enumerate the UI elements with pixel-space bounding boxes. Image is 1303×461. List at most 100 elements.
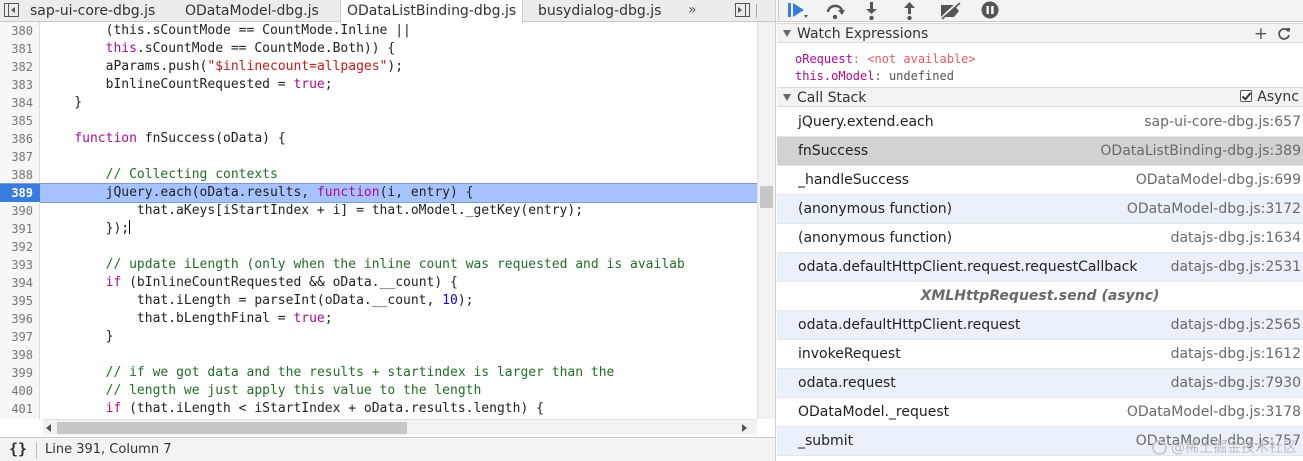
- call-frame[interactable]: odata.defaultHttpClient.request datajs-db…: [777, 311, 1303, 340]
- line-number[interactable]: 384: [0, 94, 40, 112]
- watch-expressions-header[interactable]: Watch Expressions +: [777, 23, 1303, 43]
- call-frame[interactable]: fnSuccess ODataListBinding-dbg.js:389: [777, 137, 1303, 166]
- line-number[interactable]: 392: [0, 238, 40, 256]
- step-out-icon[interactable]: [895, 0, 927, 21]
- more-tabs-icon[interactable]: »: [688, 0, 697, 20]
- code-text: // Collecting contexts: [43, 166, 278, 184]
- pause-on-exceptions-icon[interactable]: [973, 0, 1005, 20]
- watch-item[interactable]: this.oModel: undefined: [795, 68, 1303, 85]
- line-number[interactable]: 389: [0, 184, 40, 202]
- toggle-debugger-sidebar-icon[interactable]: [735, 3, 750, 17]
- line-number[interactable]: 400: [0, 382, 40, 400]
- line-number[interactable]: 394: [0, 274, 40, 292]
- watch-value: undefined: [888, 69, 954, 83]
- frame-location[interactable]: ODataModel-dbg.js:699: [1136, 172, 1301, 188]
- line-number[interactable]: 396: [0, 310, 40, 328]
- line-number[interactable]: 390: [0, 202, 40, 220]
- frame-location[interactable]: datajs-dbg.js:1612: [1171, 346, 1301, 362]
- call-frame[interactable]: _handleSuccess ODataModel-dbg.js:699: [777, 166, 1303, 195]
- call-stack-header[interactable]: Call Stack Async: [777, 87, 1303, 107]
- frame-location[interactable]: sap-ui-core-dbg.js:657: [1144, 114, 1301, 130]
- code-area[interactable]: 380 (this.sCountMode == CountMode.Inline…: [0, 22, 757, 419]
- resume-icon[interactable]: [779, 0, 811, 20]
- code-line[interactable]: 401 if (that.iLength < iStartIndex + oDa…: [0, 400, 757, 418]
- code-line[interactable]: 392: [0, 238, 757, 256]
- line-number[interactable]: 401: [0, 400, 40, 418]
- code-line[interactable]: 382 aParams.push("$inlinecount=allpages"…: [0, 58, 757, 76]
- deactivate-breakpoints-icon[interactable]: [931, 0, 963, 21]
- line-number[interactable]: 397: [0, 328, 40, 346]
- line-number[interactable]: 402: [0, 418, 40, 419]
- refresh-icon[interactable]: [1277, 25, 1291, 43]
- vertical-scrollbar[interactable]: [757, 22, 775, 419]
- step-over-icon[interactable]: [817, 0, 849, 20]
- frame-location[interactable]: datajs-dbg.js:1634: [1171, 230, 1301, 246]
- code-line[interactable]: 395 that.iLength = parseInt(oData.__coun…: [0, 292, 757, 310]
- frame-location[interactable]: datajs-dbg.js:2531: [1171, 259, 1301, 275]
- call-frame[interactable]: (anonymous function) datajs-dbg.js:1634: [777, 224, 1303, 253]
- line-number[interactable]: 388: [0, 166, 40, 184]
- line-number[interactable]: 381: [0, 40, 40, 58]
- line-number[interactable]: 386: [0, 130, 40, 148]
- code-line[interactable]: 387: [0, 148, 757, 166]
- code-line[interactable]: 384 }: [0, 94, 757, 112]
- tab-busydialog[interactable]: busydialog-dbg.js: [538, 0, 661, 22]
- line-number[interactable]: 387: [0, 148, 40, 166]
- code-line[interactable]: 397 }: [0, 328, 757, 346]
- code-line[interactable]: 390 that.aKeys[iStartIndex + i] = that.o…: [0, 202, 757, 220]
- call-frame[interactable]: (anonymous function) ODataModel-dbg.js:31…: [777, 195, 1303, 224]
- status-divider: [36, 442, 37, 458]
- code-line[interactable]: 385: [0, 112, 757, 130]
- watch-item[interactable]: oRequest: <not available>: [795, 51, 1303, 68]
- code-line[interactable]: 399 // if we got data and the results + …: [0, 364, 757, 382]
- code-line[interactable]: 383 bInlineCountRequested = true;: [0, 76, 757, 94]
- call-frame[interactable]: jQuery.extend.each sap-ui-core-dbg.js:657: [777, 108, 1303, 137]
- async-toggle[interactable]: Async: [1240, 89, 1299, 105]
- frame-location[interactable]: ODataListBinding-dbg.js:389: [1100, 143, 1301, 159]
- debugger-toolbar: [777, 0, 1303, 22]
- line-number[interactable]: 380: [0, 22, 40, 40]
- line-number[interactable]: 383: [0, 76, 40, 94]
- expand-triangle-icon[interactable]: [783, 30, 791, 37]
- line-number[interactable]: 385: [0, 112, 40, 130]
- scroll-right-icon[interactable]: [742, 424, 747, 432]
- line-number[interactable]: 393: [0, 256, 40, 274]
- frame-location[interactable]: datajs-dbg.js:7930: [1171, 375, 1301, 391]
- toggle-navigator-icon[interactable]: [4, 3, 19, 17]
- code-line[interactable]: 394 if (bInlineCountRequested && oData._…: [0, 274, 757, 292]
- async-checkbox[interactable]: [1240, 90, 1253, 102]
- code-line-paused[interactable]: 389 jQuery.each(oData.results, function(…: [0, 183, 757, 203]
- line-number[interactable]: 391: [0, 220, 40, 238]
- code-line[interactable]: 393 // update iLength (only when the inl…: [0, 256, 757, 274]
- code-line[interactable]: 398: [0, 346, 757, 364]
- code-line[interactable]: 388 // Collecting contexts: [0, 166, 757, 184]
- frame-location[interactable]: ODataModel-dbg.js:3172: [1127, 201, 1301, 217]
- pretty-print-icon[interactable]: {}: [9, 440, 27, 458]
- step-into-icon[interactable]: [857, 0, 889, 21]
- line-number[interactable]: 399: [0, 364, 40, 382]
- call-frame[interactable]: odata.request datajs-dbg.js:7930: [777, 369, 1303, 398]
- tab-sap-ui-core[interactable]: sap-ui-core-dbg.js: [30, 0, 155, 22]
- horizontal-scrollbar[interactable]: [43, 419, 757, 435]
- scroll-left-icon[interactable]: [46, 424, 51, 432]
- call-frame[interactable]: odata.defaultHttpClient.request.requestC…: [777, 253, 1303, 282]
- tab-odatamodel[interactable]: ODataModel-dbg.js: [185, 0, 319, 22]
- code-line[interactable]: 391 });: [0, 220, 757, 238]
- code-line[interactable]: 380 (this.sCountMode == CountMode.Inline…: [0, 22, 757, 40]
- line-number[interactable]: 382: [0, 58, 40, 76]
- code-line[interactable]: 396 that.bLengthFinal = true;: [0, 310, 757, 328]
- add-watch-icon[interactable]: +: [1254, 25, 1268, 43]
- code-line[interactable]: 381 this.sCountMode == CountMode.Both)) …: [0, 40, 757, 58]
- line-number[interactable]: 395: [0, 292, 40, 310]
- expand-triangle-icon[interactable]: [783, 94, 791, 101]
- frame-location[interactable]: ODataModel-dbg.js:3178: [1127, 404, 1301, 420]
- code-line[interactable]: 386 function fnSuccess(oData) {: [0, 130, 757, 148]
- call-frame[interactable]: invokeRequest datajs-dbg.js:1612: [777, 340, 1303, 369]
- tab-odatalistbinding[interactable]: ODataListBinding-dbg.js: [340, 0, 524, 23]
- line-number[interactable]: 398: [0, 346, 40, 364]
- call-frame[interactable]: ODataModel._request ODataModel-dbg.js:317…: [777, 398, 1303, 427]
- horizontal-scroll-thumb[interactable]: [57, 422, 407, 434]
- frame-location[interactable]: datajs-dbg.js:2565: [1171, 317, 1301, 333]
- vertical-scroll-thumb[interactable]: [760, 186, 773, 208]
- code-line[interactable]: 400 // length we just apply this value t…: [0, 382, 757, 400]
